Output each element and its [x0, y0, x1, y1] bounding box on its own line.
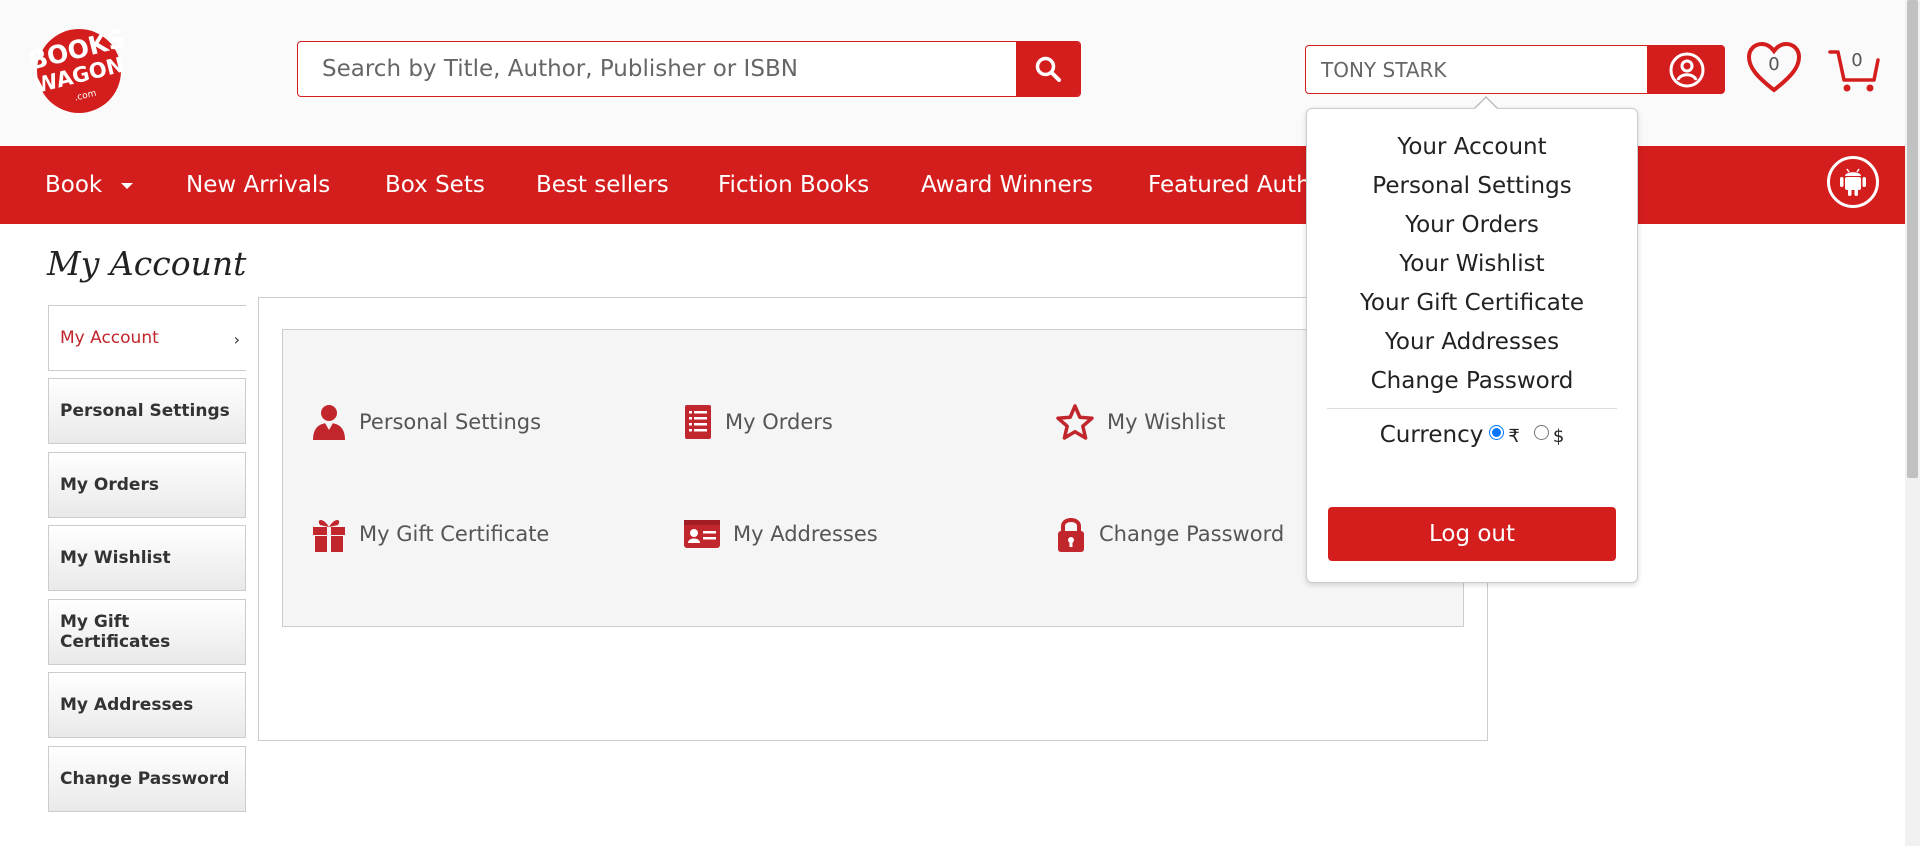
search-input[interactable]	[298, 42, 1018, 96]
tile-my-addresses[interactable]: My Addresses	[683, 514, 878, 554]
sidebar-item-personal-settings[interactable]: Personal Settings	[48, 378, 246, 444]
menu-item-your-account[interactable]: Your Account	[1307, 134, 1637, 160]
menu-item-your-wishlist[interactable]: Your Wishlist	[1307, 251, 1637, 277]
sidebar-item-label: My Addresses	[60, 695, 194, 715]
gift-icon	[313, 520, 345, 552]
user-name-field[interactable]	[1306, 46, 1647, 93]
tile-my-orders[interactable]: My Orders	[683, 402, 833, 442]
search-box	[297, 41, 1081, 97]
sidebar-item-label: My Orders	[60, 475, 159, 495]
search-icon	[1035, 56, 1061, 82]
nav-item-box-sets[interactable]: Box Sets	[385, 146, 485, 224]
sidebar-item-label: My Account	[60, 328, 159, 348]
tile-label: Change Password	[1099, 522, 1285, 546]
sidebar-item-my-gift-certificates[interactable]: My Gift Certificates	[48, 599, 246, 665]
sidebar-item-label: My Wishlist	[60, 548, 171, 568]
currency-radio-usd[interactable]	[1533, 425, 1549, 440]
user-circle-icon	[1669, 52, 1704, 87]
sidebar-item-label: Change Password	[60, 769, 230, 789]
cart-button[interactable]: 0	[1828, 46, 1880, 94]
menu-item-change-password[interactable]: Change Password	[1307, 368, 1637, 394]
currency-radio-inr[interactable]	[1489, 425, 1505, 440]
tile-personal-settings[interactable]: Personal Settings	[311, 402, 541, 442]
tile-my-gift-certificate[interactable]: My Gift Certificate	[311, 514, 549, 554]
tile-label: My Addresses	[733, 522, 878, 546]
sidebar-item-label: My Gift Certificates	[60, 612, 171, 652]
scrollbar-thumb[interactable]	[1907, 0, 1918, 478]
nav-item-award-winners[interactable]: Award Winners	[921, 146, 1093, 224]
account-button[interactable]	[1648, 45, 1725, 94]
currency-label: Currency	[1379, 422, 1484, 448]
user-icon	[313, 405, 345, 440]
lock-icon	[1058, 518, 1084, 552]
nav-item-label: Book	[45, 172, 103, 198]
menu-item-your-addresses[interactable]: Your Addresses	[1307, 329, 1637, 355]
sidebar-item-my-orders[interactable]: My Orders	[48, 452, 246, 518]
tile-label: My Gift Certificate	[359, 522, 550, 546]
sidebar-item-my-wishlist[interactable]: My Wishlist	[48, 525, 246, 591]
nav-item-book[interactable]: Book	[45, 146, 134, 224]
cart-count: 0	[1851, 50, 1863, 71]
bookswagon-logo[interactable]: BOOKS WAGON .com	[24, 24, 134, 114]
android-app-button[interactable]	[1827, 156, 1879, 208]
menu-item-personal-settings[interactable]: Personal Settings	[1307, 173, 1637, 199]
dropdown-caret-fill	[1475, 98, 1497, 109]
currency-inr-symbol: ₹	[1508, 426, 1520, 447]
currency-selector: Currency ₹ $	[1307, 422, 1637, 448]
android-icon	[1840, 168, 1866, 196]
chevron-right-icon: ›	[233, 330, 240, 349]
document-icon	[685, 405, 711, 439]
nav-item-new-arrivals[interactable]: New Arrivals	[186, 146, 330, 224]
tile-label: Personal Settings	[359, 410, 542, 434]
star-icon	[1056, 404, 1094, 440]
caret-down-icon	[120, 182, 133, 189]
page-title: My Account	[47, 244, 247, 283]
account-shortcuts: Personal Settings My Orders My Wishlist …	[282, 329, 1464, 627]
user-name-box[interactable]	[1305, 45, 1648, 94]
sidebar-item-change-password[interactable]: Change Password	[48, 746, 246, 812]
sidebar-item-my-account[interactable]: My Account ›	[48, 305, 246, 371]
account-dropdown-menu: Your Account Personal Settings Your Orde…	[1306, 108, 1638, 583]
sidebar-item-label: Personal Settings	[60, 401, 230, 421]
logout-button[interactable]: Log out	[1328, 507, 1616, 561]
menu-item-your-gift-certificate[interactable]: Your Gift Certificate	[1307, 290, 1637, 316]
nav-item-best-sellers[interactable]: Best sellers	[536, 146, 669, 224]
tile-change-password[interactable]: Change Password	[1055, 514, 1284, 554]
tile-my-wishlist[interactable]: My Wishlist	[1055, 402, 1225, 442]
menu-item-your-orders[interactable]: Your Orders	[1307, 212, 1637, 238]
search-button[interactable]	[1016, 42, 1080, 96]
menu-divider	[1327, 408, 1617, 409]
sidebar-item-my-addresses[interactable]: My Addresses	[48, 672, 246, 738]
currency-usd-symbol: $	[1552, 426, 1565, 447]
id-card-icon	[684, 520, 720, 548]
tile-label: My Orders	[725, 410, 833, 434]
nav-item-fiction-books[interactable]: Fiction Books	[718, 146, 869, 224]
wishlist-count: 0	[1768, 54, 1780, 75]
wishlist-button[interactable]: 0	[1746, 41, 1802, 94]
tile-label: My Wishlist	[1107, 410, 1226, 434]
